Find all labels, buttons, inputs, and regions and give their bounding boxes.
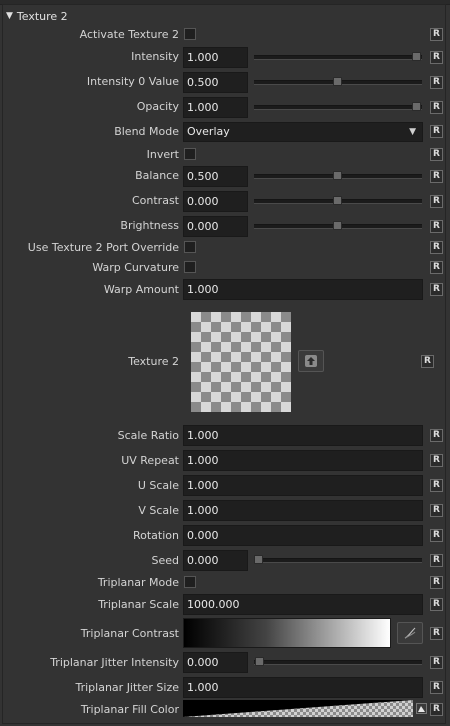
uv-repeat-field[interactable]: 1.000 [183,450,423,471]
rotation-label: Rotation [132,529,179,542]
scale-ratio-field[interactable]: 1.000 [183,425,423,446]
intensity-reset-button[interactable]: R [430,51,443,64]
triplanar-mode-checkbox[interactable] [184,576,196,588]
opacity-slider-handle[interactable] [412,102,421,111]
triplanar-jitter-intensity-slider-handle[interactable] [255,657,264,666]
rotation-reset-button[interactable]: R [430,529,443,542]
triplanar-contrast-reset-button[interactable]: R [430,627,443,640]
brightness-field[interactable]: 0.000 [183,216,248,237]
balance-field[interactable]: 0.500 [183,166,248,187]
scale-ratio-reset-button[interactable]: R [430,429,443,442]
color-picker-icon[interactable] [416,703,427,714]
top-divider [0,0,450,5]
triplanar-scale-reset-button[interactable]: R [430,598,443,611]
triplanar-fill-color-swatch[interactable] [183,700,413,717]
invert-label: Invert [146,148,179,161]
triplanar-mode-label: Triplanar Mode [97,576,179,589]
seed-slider[interactable] [254,558,422,563]
section-title: Texture 2 [16,9,68,23]
intensity-field[interactable]: 1.000 [183,47,248,68]
brightness-reset-button[interactable]: R [430,220,443,233]
triplanar-jitter-size-reset-button[interactable]: R [430,681,443,694]
opacity-label: Opacity [136,100,179,113]
scale-ratio-label: Scale Ratio [117,429,179,442]
texture-preview[interactable] [191,312,291,412]
warp-amount-reset-button[interactable]: R [430,283,443,296]
curve-edit-button[interactable] [397,622,423,644]
intensity0-label: Intensity 0 Value [86,75,179,88]
activate-reset-button[interactable]: R [430,28,443,41]
opacity-field[interactable]: 1.000 [183,97,248,118]
port-override-checkbox[interactable] [184,241,196,253]
triplanar-contrast-curve[interactable] [183,618,391,648]
brightness-slider-handle[interactable] [333,221,342,230]
triplanar-jitter-size-label: Triplanar Jitter Size [75,681,180,694]
contrast-slider-handle[interactable] [333,196,342,205]
dropdown-arrow-icon: ▼ [409,127,416,137]
v-scale-field[interactable]: 1.000 [183,500,423,521]
warp-curvature-label: Warp Curvature [92,261,179,274]
intensity0-field[interactable]: 0.500 [183,72,248,93]
triplanar-jitter-intensity-label: Triplanar Jitter Intensity [50,656,179,669]
v-scale-label: V Scale [138,504,179,517]
contrast-label: Contrast [131,194,179,207]
warp-amount-label: Warp Amount [103,283,179,296]
blend-mode-reset-button[interactable]: R [430,125,443,138]
intensity-slider-handle[interactable] [412,52,421,61]
triplanar-fill-color-label: Triplanar Fill Color [80,703,179,716]
activate-checkbox[interactable] [184,28,196,40]
blend-mode-value: Overlay [187,125,230,138]
triplanar-jitter-intensity-slider[interactable] [254,660,422,665]
triplanar-contrast-label: Triplanar Contrast [80,627,179,640]
opacity-reset-button[interactable]: R [430,101,443,114]
port-override-label: Use Texture 2 Port Override [27,241,179,254]
u-scale-reset-button[interactable]: R [430,479,443,492]
texture-reset-button[interactable]: R [421,355,434,368]
triplanar-scale-field[interactable]: 1000.000 [183,594,423,615]
contrast-reset-button[interactable]: R [430,195,443,208]
intensity-label: Intensity [131,50,179,63]
v-scale-reset-button[interactable]: R [430,504,443,517]
triplanar-jitter-intensity-field[interactable]: 0.000 [183,652,248,673]
seed-reset-button[interactable]: R [430,554,443,567]
triplanar-jitter-size-field[interactable]: 1.000 [183,677,423,698]
warp-curvature-checkbox[interactable] [184,261,196,273]
balance-reset-button[interactable]: R [430,170,443,183]
seed-field[interactable]: 0.000 [183,550,248,571]
invert-reset-button[interactable]: R [430,148,443,161]
brightness-label: Brightness [120,219,179,232]
u-scale-field[interactable]: 1.000 [183,475,423,496]
opacity-slider[interactable] [254,105,422,110]
u-scale-label: U Scale [137,479,179,492]
blend-mode-dropdown[interactable]: Overlay ▼ [183,122,423,142]
seed-slider-handle[interactable] [254,555,263,564]
uv-repeat-reset-button[interactable]: R [430,454,443,467]
balance-slider-handle[interactable] [333,171,342,180]
contrast-field[interactable]: 0.000 [183,191,248,212]
triplanar-mode-reset-button[interactable]: R [430,576,443,589]
intensity0-slider-handle[interactable] [333,77,342,86]
warp-amount-field[interactable]: 1.000 [183,279,423,300]
uv-repeat-label: UV Repeat [121,454,179,467]
port-override-reset-button[interactable]: R [430,241,443,254]
intensity-slider[interactable] [254,55,422,60]
collapse-triangle-icon[interactable]: ▼ [6,11,13,21]
rotation-field[interactable]: 0.000 [183,525,423,546]
triplanar-jitter-intensity-reset-button[interactable]: R [430,656,443,669]
warp-curvature-reset-button[interactable]: R [430,261,443,274]
triplanar-scale-label: Triplanar Scale [98,598,179,611]
triplanar-fill-color-reset-button[interactable]: R [430,703,443,716]
load-texture-button[interactable] [298,350,324,372]
balance-label: Balance [135,169,179,182]
curve-icon [404,627,416,639]
texture-label: Texture 2 [128,355,179,368]
section-header[interactable]: ▼ Texture 2 [6,8,68,24]
seed-label: Seed [151,554,180,567]
blend-mode-label: Blend Mode [114,125,179,138]
activate-label: Activate Texture 2 [79,28,179,41]
invert-checkbox[interactable] [184,148,196,160]
upload-icon [305,355,317,367]
intensity0-reset-button[interactable]: R [430,76,443,89]
